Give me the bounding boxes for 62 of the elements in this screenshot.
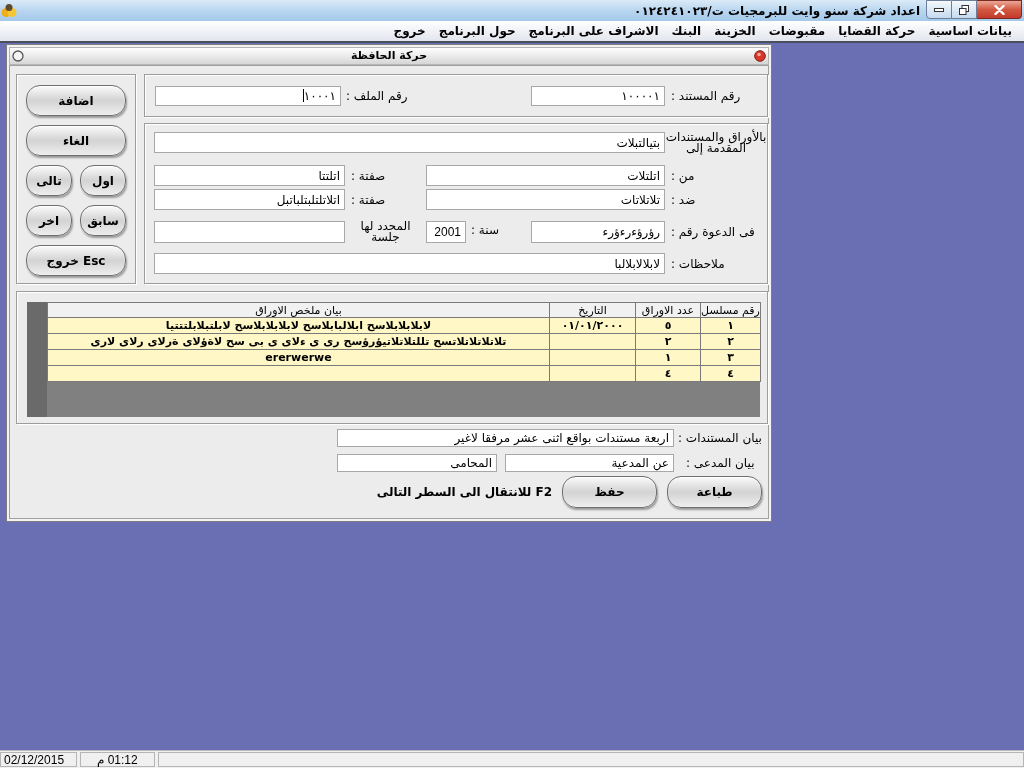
text-field[interactable]: رؤرؤءرءؤرء xyxy=(531,221,665,243)
field-label: بيان المستندات : xyxy=(677,430,763,447)
menu-item[interactable]: حركة القضايا xyxy=(838,23,916,39)
text-field[interactable]: اتلاتلتلبتلباتبل xyxy=(154,189,345,210)
field-label: من : xyxy=(670,167,696,185)
field-label: صفتة : xyxy=(350,167,387,185)
menu-item[interactable]: الخزينة xyxy=(714,23,756,39)
text-field[interactable]: اتلتتا xyxy=(154,165,345,186)
action-button[interactable]: Esc خروج xyxy=(26,245,126,276)
column-header: رقم مسلسل xyxy=(700,302,761,318)
field-label: ضد : xyxy=(670,191,697,209)
field-label: ملاحظات : xyxy=(670,255,726,273)
menu-item[interactable]: خروج xyxy=(393,23,426,39)
hint-text: F2 للانتقال الى السطر التالى xyxy=(376,484,552,501)
action-button[interactable]: اضافة xyxy=(26,85,126,116)
action-button[interactable]: اول xyxy=(80,165,126,196)
form-title: حركة الحافظة xyxy=(349,47,429,64)
action-button[interactable]: اخر xyxy=(26,205,72,236)
field-label: بالأوراق والمستندات المقدمة إلى xyxy=(665,131,767,154)
minimize-icon xyxy=(934,7,944,12)
text-field[interactable]: ١٠٠٠١ xyxy=(155,85,341,106)
menu-item[interactable]: بيانات اساسية xyxy=(928,23,1012,39)
text-field[interactable]: تلاتلاتات xyxy=(426,189,665,210)
orb-icon[interactable] xyxy=(754,50,766,62)
field-label: بيان المدعى : xyxy=(685,455,756,472)
menu-item[interactable]: البنك xyxy=(671,23,702,39)
field-label: فى الدعوة رقم : xyxy=(670,224,756,241)
action-button[interactable]: طباعة xyxy=(667,476,762,508)
action-button[interactable]: الغاء xyxy=(26,125,126,156)
menu-item[interactable]: حول البرنامج xyxy=(438,23,516,39)
text-field[interactable]: 2001 xyxy=(426,221,466,243)
menu-item[interactable]: الاشراف على البرنامج xyxy=(528,23,659,39)
field-label: صفتة : xyxy=(350,191,387,209)
text-field[interactable]: المحامى xyxy=(337,454,497,472)
action-button[interactable]: حفظ xyxy=(562,476,657,508)
column-header: عدد الاوراق xyxy=(635,302,701,318)
text-field[interactable]: لابلالابلالبا xyxy=(154,253,665,274)
field-label: المحدد لها جلسة xyxy=(359,221,412,243)
column-header: التاريخ xyxy=(549,302,636,318)
ring-icon[interactable] xyxy=(12,50,24,62)
text-field[interactable]: اتلتلات xyxy=(426,165,665,186)
status-date: 02/12/2015 xyxy=(0,752,77,767)
minimize-button[interactable] xyxy=(926,0,952,19)
window-title: اعداد شركة سنو وايت للبرمجيات ت/٠١٢٤٢٤١٠٢٣ xyxy=(634,2,920,20)
action-button[interactable]: تالى xyxy=(26,165,72,196)
app-icon xyxy=(1,4,17,17)
field-label: رقم المستند : xyxy=(670,87,742,105)
restore-icon xyxy=(959,4,969,15)
restore-button[interactable] xyxy=(952,0,977,19)
action-button[interactable]: سابق xyxy=(80,205,126,236)
status-time: 01:12 م xyxy=(80,752,155,767)
text-field[interactable]: اربعة مستندات بواقع اثنى عشر مرفقا لاغير xyxy=(337,429,674,447)
menu-item[interactable]: مقبوضات xyxy=(768,23,826,39)
text-field[interactable]: ١٠٠٠٠١ xyxy=(531,85,665,106)
close-button[interactable] xyxy=(977,0,1022,19)
text-field[interactable]: بتيالتبلات xyxy=(154,132,665,153)
column-header: بيان ملخص الاوراق xyxy=(47,302,550,318)
field-label: سنة : xyxy=(470,222,500,239)
field-label: رقم الملف : xyxy=(345,87,409,105)
text-field[interactable]: عن المدعية xyxy=(505,454,674,472)
close-icon xyxy=(993,4,1005,15)
text-field[interactable] xyxy=(154,221,345,243)
